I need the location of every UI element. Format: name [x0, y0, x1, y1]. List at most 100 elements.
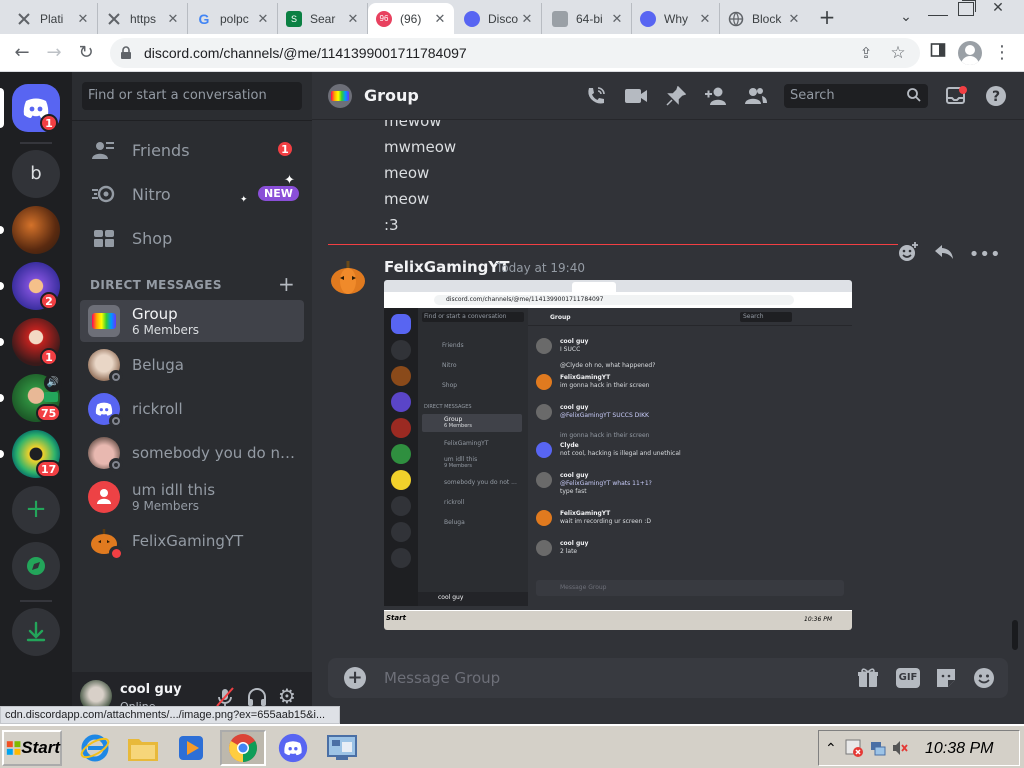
add-friends-to-dm-icon[interactable] — [704, 84, 728, 108]
browser-tab[interactable]: Plati ✕ — [8, 3, 98, 34]
browser-tab[interactable]: Why ✕ — [632, 3, 720, 34]
close-icon[interactable]: ✕ — [786, 11, 802, 27]
explore-servers-icon[interactable] — [12, 542, 60, 590]
message-author[interactable]: FelixGamingYT — [384, 258, 510, 276]
restore-window-icon[interactable] — [958, 2, 974, 16]
message-line: mewow — [384, 120, 442, 130]
security-alert-icon[interactable] — [845, 739, 863, 762]
embed-server-list — [384, 308, 418, 606]
close-icon[interactable]: ✕ — [255, 11, 271, 27]
dm-item-somebody[interactable]: somebody you do not ... — [80, 432, 304, 474]
create-dm-plus-icon[interactable]: + — [278, 272, 295, 296]
server-icon[interactable] — [12, 206, 60, 254]
avatar — [88, 481, 120, 513]
internet-explorer-icon[interactable] — [72, 730, 118, 766]
message-list: mewow mwmeow meow meow :3 ••• FelixGamin… — [312, 120, 1024, 660]
show-hidden-icons-icon[interactable]: ⌃ — [825, 740, 837, 757]
dm-item-rickroll[interactable]: rickroll — [80, 388, 304, 430]
profile-avatar-icon[interactable] — [958, 41, 982, 65]
attached-screenshot-image[interactable]: discord.com/channels/@me/114139900171178… — [384, 280, 852, 630]
search-input[interactable]: Search — [784, 84, 928, 108]
discord-taskbar-icon[interactable] — [270, 730, 316, 766]
gift-icon[interactable] — [856, 666, 880, 690]
find-conversation-input[interactable]: Find or start a conversation — [82, 82, 302, 110]
close-window-icon[interactable]: ✕ — [988, 0, 1008, 18]
mute-mic-icon[interactable] — [214, 686, 236, 708]
browser-tab[interactable]: Block ✕ — [720, 3, 808, 34]
close-icon[interactable]: ✕ — [75, 11, 91, 27]
reload-icon[interactable]: ↻ — [74, 41, 98, 65]
server-icon[interactable]: 1 — [12, 318, 60, 366]
minimize-window-icon[interactable] — [928, 4, 948, 16]
start-button[interactable]: Start — [2, 730, 62, 766]
close-icon[interactable]: ✕ — [519, 11, 535, 27]
reply-icon[interactable] — [934, 243, 954, 265]
share-icon[interactable]: ⇪ — [854, 41, 878, 65]
embed-msg-author: FelixGamingYT — [560, 510, 611, 517]
close-icon[interactable]: ✕ — [609, 11, 625, 27]
download-apps-icon[interactable] — [12, 608, 60, 656]
friends-nav-item[interactable]: Friends 1 — [80, 129, 304, 171]
headset-icon[interactable] — [246, 686, 268, 708]
more-vertical-icon[interactable]: ⋮ — [990, 41, 1014, 65]
message-composer[interactable]: + Message Group GIF — [328, 658, 1008, 698]
shop-nav-item[interactable]: Shop — [80, 217, 304, 259]
chevron-down-icon[interactable]: ⌄ — [896, 6, 916, 28]
inbox-icon[interactable] — [944, 84, 968, 108]
close-icon[interactable]: ✕ — [165, 11, 181, 27]
forward-arrow-icon[interactable]: → — [42, 41, 66, 65]
dm-item-um-idll-this[interactable]: um idll this 9 Members — [80, 476, 304, 518]
browser-tab-active[interactable]: 96 (96) ✕ — [368, 3, 454, 34]
embed-msg-author: cool guy — [560, 540, 589, 547]
message-input-placeholder[interactable]: Message Group — [384, 669, 500, 687]
embed-search-box: Search — [740, 312, 792, 322]
emoji-icon[interactable] — [972, 666, 996, 690]
author-avatar[interactable] — [328, 256, 368, 296]
sticker-icon[interactable] — [934, 666, 958, 690]
close-icon[interactable]: ✕ — [432, 11, 448, 27]
file-explorer-icon[interactable] — [120, 730, 166, 766]
member-list-icon[interactable] — [744, 84, 768, 108]
embed-msg-text: @FelixGamingYT SUCCS DIKK — [560, 412, 649, 419]
star-icon[interactable]: ☆ — [886, 41, 910, 65]
media-player-icon[interactable] — [168, 730, 214, 766]
server-icon[interactable]: 2 — [12, 262, 60, 310]
gif-button[interactable]: GIF — [896, 668, 920, 688]
voice-call-icon[interactable] — [584, 84, 608, 108]
embed-dm: rickroll — [444, 499, 465, 506]
remote-desktop-icon[interactable] — [320, 730, 366, 766]
close-icon[interactable]: ✕ — [697, 11, 713, 27]
clock[interactable]: 10:38 PM — [925, 740, 993, 758]
browser-tab[interactable]: https ✕ — [98, 3, 188, 34]
dm-item-group[interactable]: Group 6 Members — [80, 300, 304, 342]
sidepanel-icon[interactable] — [926, 41, 950, 65]
add-reaction-icon[interactable] — [897, 241, 919, 267]
scrollbar-thumb[interactable] — [1012, 620, 1018, 650]
dm-item-beluga[interactable]: Beluga — [80, 344, 304, 386]
video-call-icon[interactable] — [624, 84, 648, 108]
pin-icon[interactable] — [664, 84, 688, 108]
browser-tab[interactable]: Disco ✕ — [456, 3, 542, 34]
back-arrow-icon[interactable]: ← — [10, 41, 34, 65]
browser-tab[interactable]: 64-bi ✕ — [544, 3, 632, 34]
server-icon[interactable]: 17 — [12, 430, 62, 478]
close-icon[interactable]: ✕ — [345, 11, 361, 27]
server-icon[interactable]: 🔊 75 — [12, 374, 62, 422]
server-b[interactable]: b — [12, 150, 60, 198]
more-horizontal-icon[interactable]: ••• — [969, 244, 1001, 265]
browser-tab[interactable]: G polpc ✕ — [188, 3, 278, 34]
nitro-nav-item[interactable]: Nitro NEW ✦ ✦ — [80, 173, 304, 215]
discord-home-button[interactable]: 1 — [12, 84, 60, 132]
attach-plus-icon[interactable]: + — [344, 667, 366, 689]
volume-muted-icon[interactable] — [891, 739, 909, 762]
dm-item-felixgamingyt[interactable]: FelixGamingYT — [80, 520, 304, 562]
help-icon[interactable]: ? — [984, 84, 1008, 108]
network-icon[interactable] — [869, 739, 887, 762]
add-server-icon[interactable]: + — [12, 486, 60, 534]
browser-tab[interactable]: S Sear ✕ — [278, 3, 368, 34]
new-tab-plus-icon[interactable]: + — [816, 6, 838, 28]
tab-title: polpc — [220, 11, 249, 26]
address-bar[interactable]: discord.com/channels/@me/114139900171178… — [110, 38, 920, 68]
gear-icon[interactable]: ⚙ — [278, 684, 296, 708]
chrome-icon[interactable] — [220, 730, 266, 766]
